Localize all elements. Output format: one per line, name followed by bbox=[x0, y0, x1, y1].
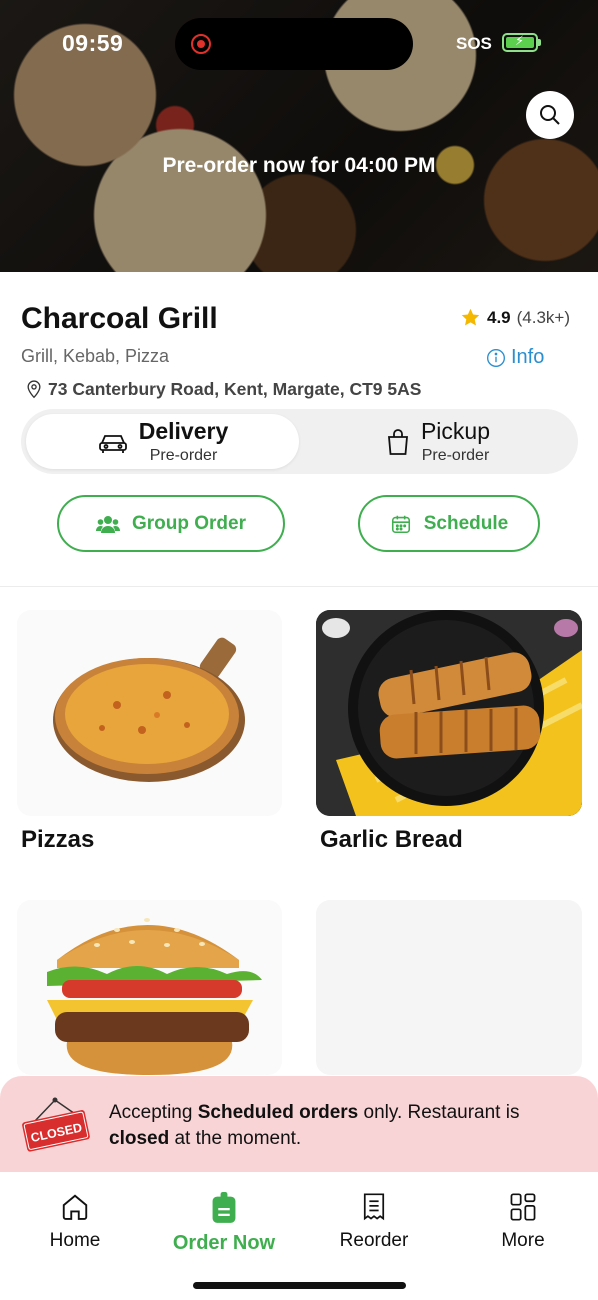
rating-score: 4.9 bbox=[487, 307, 511, 327]
bottom-navigation: Home Order Now Reorder More bbox=[0, 1172, 598, 1300]
group-order-label: Group Order bbox=[131, 512, 246, 534]
info-link[interactable]: Info bbox=[486, 346, 544, 369]
category-garlic-bread-label[interactable]: Garlic Bread bbox=[320, 826, 463, 854]
category-garlic-bread[interactable] bbox=[316, 610, 582, 816]
rating: 4.9 (4.3k+) bbox=[460, 307, 570, 328]
battery-icon bbox=[502, 33, 541, 52]
nav-reorder[interactable]: Reorder bbox=[309, 1192, 439, 1252]
delivery-label: Delivery bbox=[138, 417, 229, 444]
delivery-option[interactable]: Delivery Pre-order bbox=[26, 414, 299, 469]
location-pin-icon bbox=[27, 380, 41, 399]
recording-icon bbox=[191, 34, 211, 54]
category-pizzas[interactable] bbox=[17, 610, 282, 816]
preorder-banner: Pre-order now for 04:00 PM bbox=[162, 154, 436, 177]
nav-more-label: More bbox=[501, 1230, 545, 1251]
category-pizzas-label[interactable]: Pizzas bbox=[21, 826, 94, 854]
status-sos: SOS bbox=[456, 34, 492, 53]
dynamic-island bbox=[175, 18, 413, 70]
calendar-icon bbox=[391, 515, 410, 533]
address: 73 Canterbury Road, Kent, Margate, CT9 5… bbox=[24, 378, 421, 400]
nav-more[interactable]: More bbox=[458, 1192, 588, 1252]
nav-reorder-label: Reorder bbox=[339, 1230, 409, 1251]
rating-count: (4.3k+) bbox=[516, 307, 571, 327]
star-icon bbox=[461, 308, 480, 326]
pizza-image bbox=[53, 637, 245, 782]
pickup-label: Pickup bbox=[420, 417, 491, 444]
category-placeholder bbox=[316, 900, 582, 1075]
nav-order-now-label: Order Now bbox=[172, 1232, 276, 1254]
cuisines: Grill, Kebab, Pizza bbox=[21, 346, 170, 366]
closed-sign-icon: CLOSED bbox=[22, 1097, 90, 1152]
pickup-option[interactable]: Pickup Pre-order bbox=[301, 414, 574, 469]
info-icon bbox=[487, 348, 505, 367]
schedule-label: Schedule bbox=[423, 512, 509, 534]
home-indicator bbox=[193, 1282, 406, 1289]
order-icon bbox=[212, 1192, 236, 1223]
address-text: 73 Canterbury Road, Kent, Margate, CT9 5… bbox=[48, 378, 422, 399]
info-label: Info bbox=[511, 346, 545, 368]
group-icon bbox=[95, 515, 120, 533]
group-order-button[interactable]: Group Order bbox=[57, 495, 285, 552]
restaurant-name: Charcoal Grill bbox=[21, 302, 218, 335]
section-divider bbox=[0, 586, 598, 587]
garlic-bread-image bbox=[316, 610, 582, 816]
burger-image bbox=[47, 918, 262, 1075]
shopping-bag-icon bbox=[387, 428, 408, 455]
pickup-sub: Pre-order bbox=[421, 446, 490, 464]
receipt-icon bbox=[363, 1193, 385, 1221]
nav-order-now[interactable]: Order Now bbox=[159, 1192, 289, 1255]
delivery-sub: Pre-order bbox=[149, 446, 218, 464]
closed-notice: CLOSED Accepting Scheduled orders only. … bbox=[0, 1076, 598, 1172]
nav-home-label: Home bbox=[49, 1230, 101, 1251]
car-icon bbox=[98, 434, 127, 453]
nav-home[interactable]: Home bbox=[10, 1192, 140, 1252]
category-burgers[interactable] bbox=[17, 900, 282, 1075]
order-mode-toggle: Delivery Pre-order Pickup Pre-order bbox=[21, 409, 578, 474]
status-time: 09:59 bbox=[62, 30, 124, 56]
search-icon bbox=[540, 105, 560, 125]
search-button[interactable] bbox=[526, 91, 574, 139]
schedule-button[interactable]: Schedule bbox=[358, 495, 540, 552]
closed-message: Accepting Scheduled orders only. Restaur… bbox=[109, 1102, 520, 1149]
home-icon bbox=[62, 1194, 88, 1220]
grid-icon bbox=[510, 1193, 536, 1221]
